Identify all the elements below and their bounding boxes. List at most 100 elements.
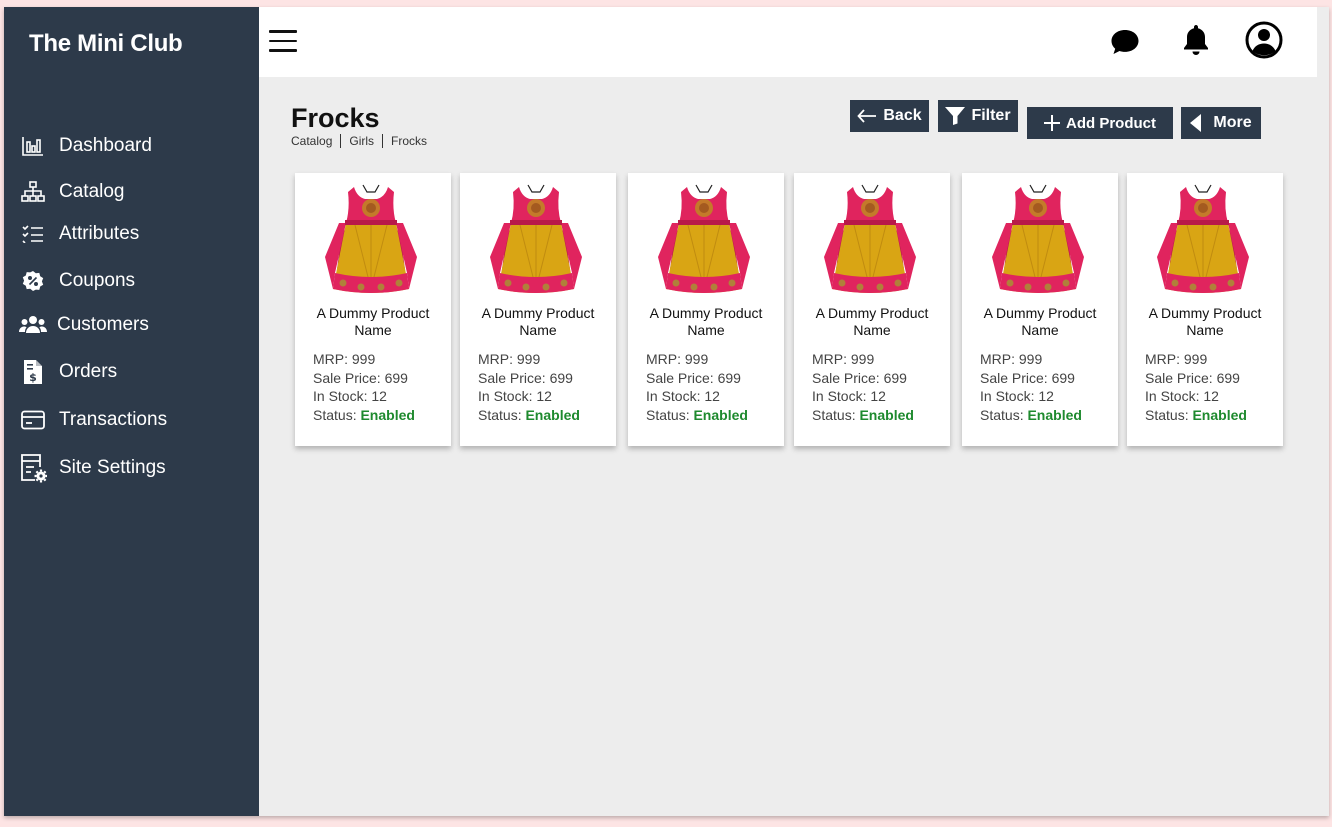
page-title: Frocks — [291, 103, 380, 133]
mrp-label: MRP: — [478, 351, 517, 367]
bar-chart-icon — [18, 132, 48, 160]
stock-value: 12 — [1038, 388, 1054, 404]
sidebar-item-customers[interactable]: Customers — [18, 310, 149, 340]
bell-icon[interactable] — [1182, 23, 1210, 62]
mrp-line: MRP: 999 — [646, 350, 748, 369]
sidebar-item-orders[interactable]: $ Orders — [18, 357, 117, 387]
sale-price-value: 699 — [1051, 369, 1075, 386]
mrp-value: 999 — [684, 351, 709, 367]
sale-price-line: Sale Price: 699 — [812, 369, 914, 388]
status-label: Status: — [478, 406, 526, 423]
sidebar-item-catalog[interactable]: Catalog — [18, 177, 125, 207]
product-meta: MRP: 999 Sale Price: 699 In Stock: 12 St… — [646, 350, 748, 424]
product-card[interactable]: A Dummy Product Name MRP: 999 Sale Price… — [1127, 173, 1283, 446]
arrow-left-icon — [857, 109, 877, 123]
sale-price-line: Sale Price: 699 — [980, 369, 1082, 388]
stock-line: In Stock: 12 — [478, 387, 580, 406]
product-card[interactable]: A Dummy Product Name MRP: 999 Sale Price… — [628, 173, 784, 446]
sidebar-item-site-settings[interactable]: Site Settings — [18, 453, 166, 483]
status-badge: Enabled — [859, 406, 914, 423]
sale-price-label: Sale Price: — [646, 369, 718, 386]
sidebar-item-transactions[interactable]: Transactions — [18, 405, 167, 435]
status-badge: Enabled — [360, 406, 415, 423]
stock-line: In Stock: 12 — [980, 387, 1082, 406]
status-badge: Enabled — [1027, 406, 1082, 423]
breadcrumb: Catalog Girls Frocks — [291, 134, 427, 148]
stock-label: In Stock: — [1145, 388, 1204, 404]
stock-line: In Stock: 12 — [646, 387, 748, 406]
filter-icon — [945, 107, 966, 125]
sidebar-item-coupons[interactable]: Coupons — [18, 266, 135, 296]
sidebar-item-label: Customers — [57, 314, 149, 335]
sale-price-label: Sale Price: — [980, 369, 1052, 386]
mrp-line: MRP: 999 — [1145, 350, 1247, 369]
sidebar-item-dashboard[interactable]: Dashboard — [18, 131, 152, 161]
product-name: A Dummy Product Name — [649, 305, 763, 338]
product-card[interactable]: A Dummy Product Name MRP: 999 Sale Price… — [460, 173, 616, 446]
breadcrumb-item[interactable]: Catalog — [291, 134, 332, 148]
user-circle-icon[interactable] — [1244, 20, 1284, 65]
stock-value: 12 — [536, 388, 552, 404]
sidebar-item-label: Site Settings — [59, 457, 166, 478]
sidebar-item-label: Dashboard — [59, 135, 152, 156]
product-card[interactable]: A Dummy Product Name MRP: 999 Sale Price… — [295, 173, 451, 446]
mrp-value: 999 — [850, 351, 875, 367]
status-line: Status: Enabled — [1145, 406, 1247, 425]
status-line: Status: Enabled — [478, 406, 580, 425]
product-image — [988, 183, 1088, 295]
coupon-badge-icon — [18, 267, 48, 295]
settings-form-icon — [18, 454, 48, 483]
stock-value: 12 — [704, 388, 720, 404]
product-card[interactable]: A Dummy Product Name MRP: 999 Sale Price… — [962, 173, 1118, 446]
mrp-line: MRP: 999 — [812, 350, 914, 369]
add-product-button[interactable]: Add Product — [1027, 107, 1173, 139]
status-line: Status: Enabled — [313, 406, 415, 425]
sidebar-item-label: Attributes — [59, 223, 140, 244]
mrp-line: MRP: 999 — [478, 350, 580, 369]
status-badge: Enabled — [693, 406, 748, 423]
status-line: Status: Enabled — [980, 406, 1082, 425]
back-button-label: Back — [883, 107, 922, 124]
sale-price-line: Sale Price: 699 — [478, 369, 580, 388]
more-button[interactable]: More — [1181, 107, 1261, 139]
product-name: A Dummy Product Name — [481, 305, 595, 338]
breadcrumb-item[interactable]: Girls — [349, 134, 374, 148]
product-image — [486, 183, 586, 295]
mrp-label: MRP: — [980, 351, 1019, 367]
caret-left-icon — [1190, 114, 1202, 132]
sidebar-item-label: Orders — [59, 361, 118, 382]
mrp-value: 999 — [516, 351, 541, 367]
stock-value: 12 — [870, 388, 886, 404]
chat-icon[interactable] — [1110, 28, 1140, 61]
filter-button[interactable]: Filter — [938, 100, 1018, 132]
stock-line: In Stock: 12 — [812, 387, 914, 406]
credit-card-icon — [18, 406, 48, 434]
stock-label: In Stock: — [812, 388, 871, 404]
filter-button-label: Filter — [971, 107, 1011, 124]
product-card[interactable]: A Dummy Product Name MRP: 999 Sale Price… — [794, 173, 950, 446]
product-name: A Dummy Product Name — [983, 305, 1097, 338]
status-label: Status: — [812, 406, 860, 423]
top-bar — [259, 7, 1317, 77]
product-name: A Dummy Product Name — [815, 305, 929, 338]
brand-logo-text: The Mini Club — [29, 30, 183, 57]
breadcrumb-separator — [382, 134, 384, 148]
menu-icon[interactable] — [269, 30, 297, 54]
back-button[interactable]: Back — [850, 100, 929, 132]
product-image — [1153, 183, 1253, 295]
sale-price-value: 699 — [717, 369, 741, 386]
product-name: A Dummy Product Name — [316, 305, 430, 338]
sale-price-line: Sale Price: 699 — [1145, 369, 1247, 388]
sale-price-value: 699 — [1216, 369, 1240, 386]
sidebar-item-attributes[interactable]: Attributes — [18, 219, 139, 249]
mrp-label: MRP: — [1145, 351, 1184, 367]
status-badge: Enabled — [525, 406, 580, 423]
mrp-label: MRP: — [646, 351, 685, 367]
product-image — [321, 183, 421, 295]
product-meta: MRP: 999 Sale Price: 699 In Stock: 12 St… — [313, 350, 415, 424]
mrp-value: 999 — [351, 351, 376, 367]
stock-label: In Stock: — [646, 388, 705, 404]
sale-price-label: Sale Price: — [478, 369, 550, 386]
stock-line: In Stock: 12 — [1145, 387, 1247, 406]
status-badge: Enabled — [1192, 406, 1247, 423]
